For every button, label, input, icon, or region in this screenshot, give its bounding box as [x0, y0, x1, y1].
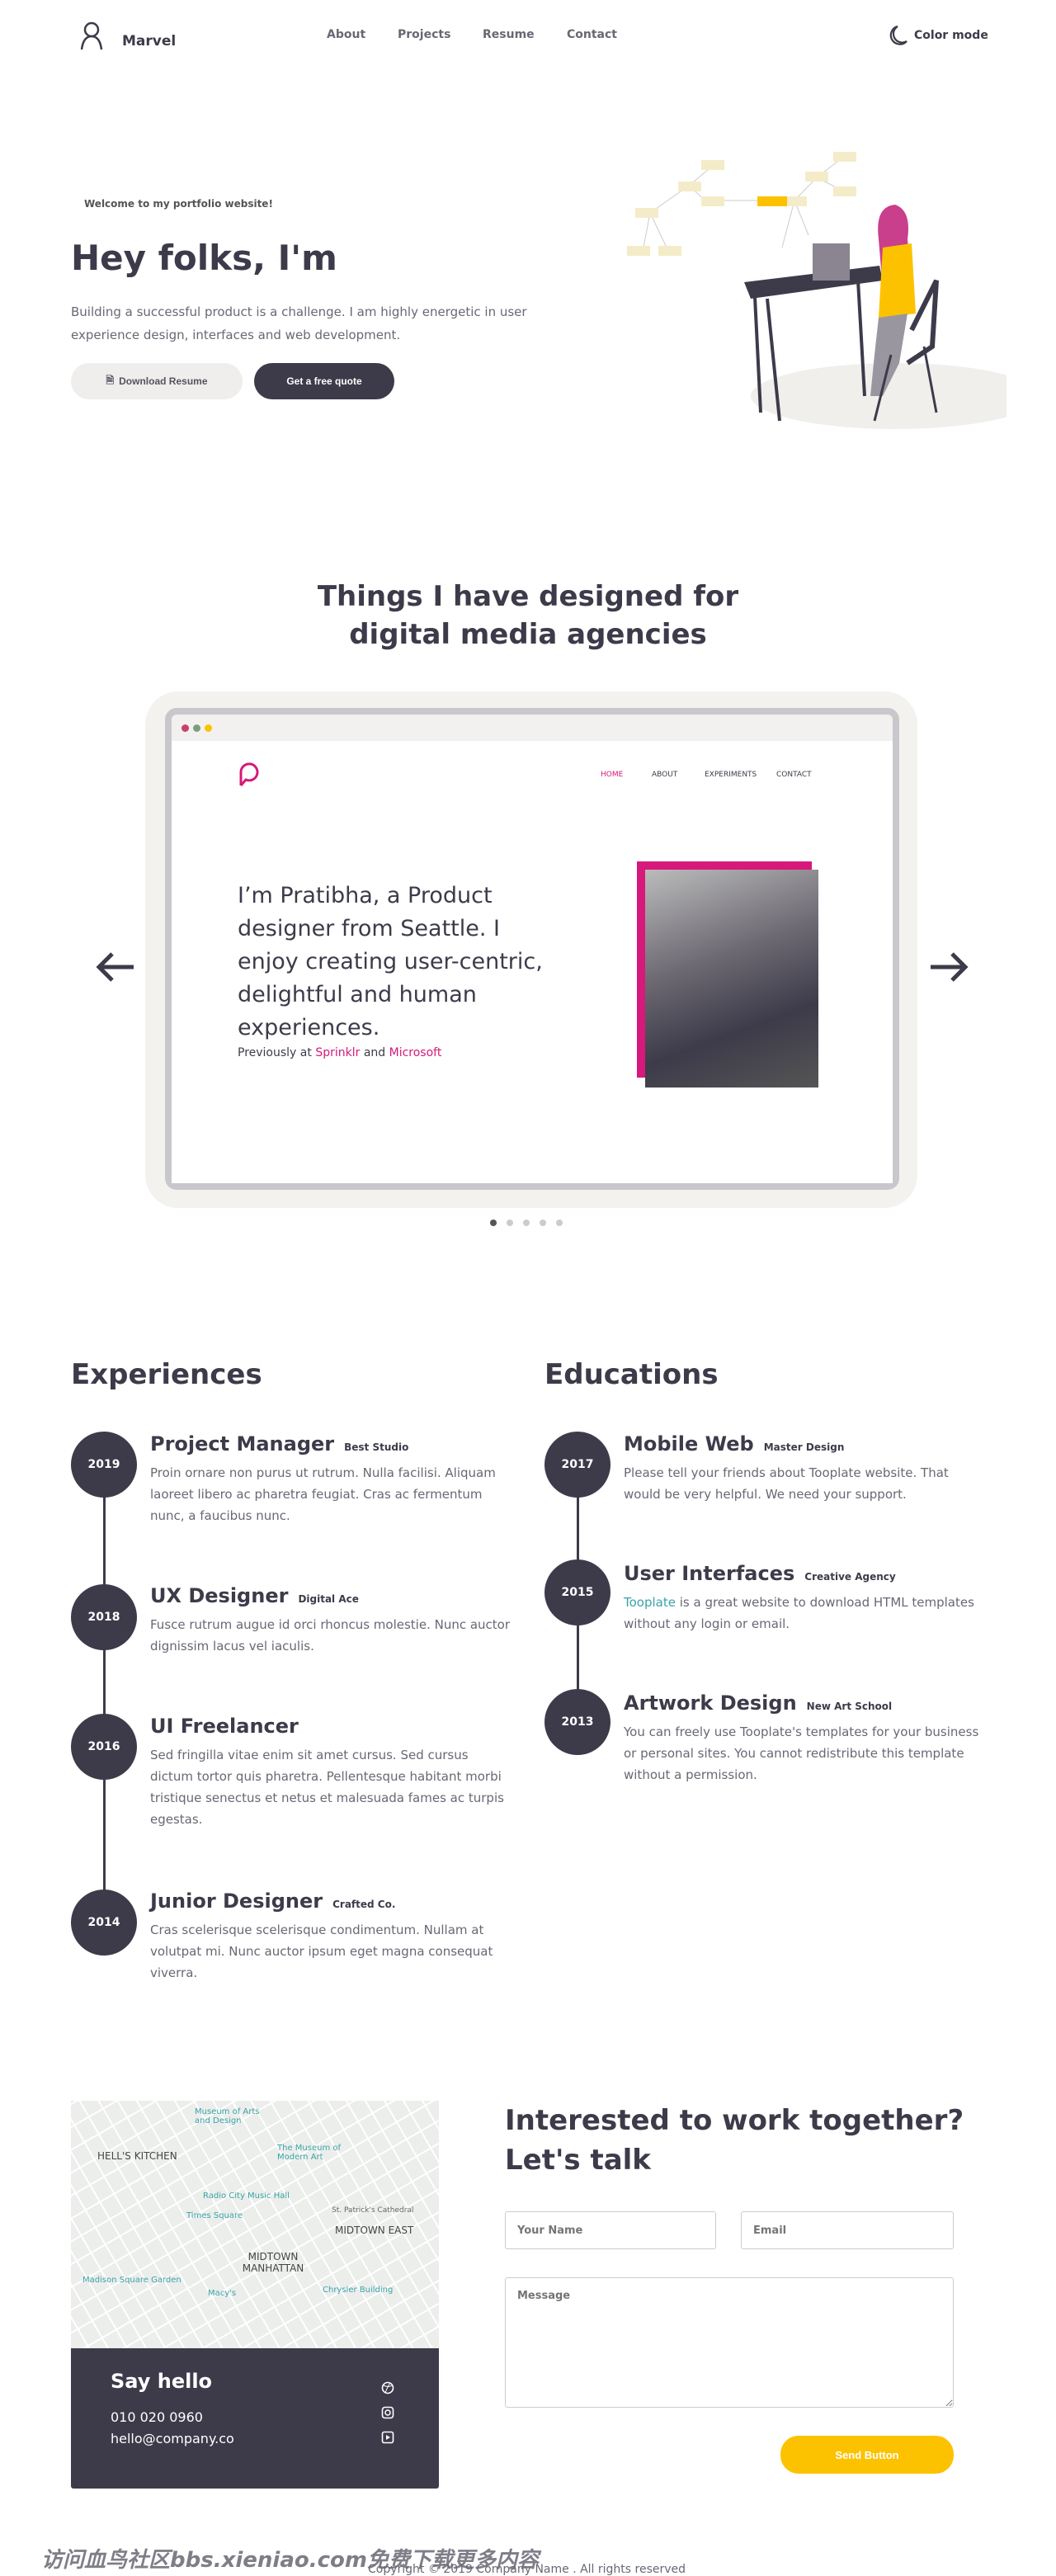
map-label: Times Square: [186, 2211, 243, 2220]
map-label: St. Patrick's Cathedral: [332, 2206, 414, 2215]
year-badge: 2019: [71, 1432, 137, 1498]
instagram-icon[interactable]: [381, 2406, 394, 2419]
nav-resume[interactable]: Resume: [483, 28, 535, 41]
carousel-dot-active[interactable]: [490, 1220, 497, 1226]
next-arrow-icon[interactable]: [926, 949, 972, 985]
carousel-slide[interactable]: HOME ABOUT EXPERIMENTS CONTACT I’m Prati…: [165, 708, 899, 1190]
say-hello-card: Say hello 010 020 0960 hello@company.co: [71, 2348, 439, 2489]
experiences-title: Experiences: [71, 1358, 262, 1391]
educations-title: Educations: [544, 1358, 719, 1391]
map-label: MIDTOWN EAST: [335, 2225, 414, 2236]
say-hello-title: Say hello: [111, 2370, 213, 2393]
hero-title: Hey folks, I'm: [71, 238, 337, 278]
map-label: Chrysler Building: [323, 2286, 394, 2295]
contact-title: Interested to work together? Let's talk: [505, 2104, 964, 2177]
hero-text: Building a successful product is a chall…: [71, 304, 527, 342]
education-item: Artwork Design New Art School You can free…: [624, 1691, 979, 1782]
user-icon: [80, 21, 103, 50]
browser-bar: [172, 715, 893, 741]
map-label: MIDTOWN MANHATTAN: [242, 2251, 304, 2274]
map-label: HELL'S KITCHEN: [97, 2150, 177, 2162]
brand-name[interactable]: Marvel: [122, 33, 176, 50]
window-dot-icon: [182, 724, 189, 732]
email-input[interactable]: [741, 2211, 954, 2249]
slide-previously: Previously at Sprinklr and Microsoft: [238, 1046, 442, 1059]
map-label: Museum of Arts and Design: [195, 2107, 260, 2125]
experience-item: Junior Designer Crafted Co. Cras scelerisq…: [150, 1890, 493, 1980]
map-label: The Museum of Modern Art: [277, 2144, 342, 2162]
get-quote-button[interactable]: Get a free quote: [254, 363, 394, 399]
slide-nav-experiments: EXPERIMENTS: [705, 771, 757, 779]
education-item: Mobile Web Master Design Please tell your …: [624, 1432, 949, 1502]
dribbble-icon[interactable]: [381, 2381, 394, 2394]
download-resume-button[interactable]: 🗎 Download Resume: [71, 363, 243, 399]
carousel-dot[interactable]: [523, 1220, 530, 1226]
map-label: Madison Square Garden: [82, 2276, 182, 2285]
experience-item: Project Manager Best Studio Proin ornare n…: [150, 1432, 496, 1523]
year-badge: 2017: [544, 1432, 610, 1498]
color-mode-label: Color mode: [914, 29, 988, 42]
carousel-dot[interactable]: [556, 1220, 563, 1226]
carousel-dot[interactable]: [540, 1220, 546, 1226]
map-label: Radio City Music Hall: [203, 2191, 290, 2201]
map[interactable]: HELL'S KITCHEN MIDTOWN EAST MIDTOWN MANH…: [71, 2101, 439, 2348]
window-dot-icon: [205, 724, 212, 732]
chat-bubble-logo-icon: [239, 762, 259, 786]
year-badge: 2015: [544, 1559, 610, 1625]
year-badge: 2016: [71, 1714, 137, 1780]
experience-item: UX Designer Digital Ace Fusce rutrum augue…: [150, 1584, 511, 1654]
carousel-dot[interactable]: [507, 1220, 513, 1226]
year-badge: 2014: [71, 1890, 137, 1956]
nav-about[interactable]: About: [327, 28, 365, 41]
slide-nav-contact: CONTACT: [776, 771, 812, 779]
tooplate-link[interactable]: Tooplate: [624, 1595, 676, 1610]
email-address[interactable]: hello@company.co: [111, 2431, 234, 2446]
slide-nav-about: ABOUT: [652, 771, 678, 779]
name-input[interactable]: [505, 2211, 716, 2249]
nav-projects[interactable]: Projects: [398, 28, 450, 41]
copyright: Copyright © 2019 Company Name . All righ…: [368, 2563, 686, 2576]
experience-item: UI Freelancer Sed fringilla vitae enim si…: [150, 1715, 504, 1827]
year-badge: 2013: [544, 1689, 610, 1755]
window-dot-icon: [193, 724, 200, 732]
hero-illustration: [627, 152, 1006, 429]
education-item: User Interfaces Creative Agency Tooplate i…: [624, 1562, 974, 1631]
slide-content: HOME ABOUT EXPERIMENTS CONTACT I’m Prati…: [172, 741, 893, 1183]
nav-contact[interactable]: Contact: [567, 28, 617, 41]
send-button[interactable]: Send Button: [780, 2436, 954, 2474]
timeline-line: [103, 1465, 106, 1923]
projects-title: Things I have designed for digital media…: [317, 580, 739, 651]
phone-number[interactable]: 010 020 0960: [111, 2409, 203, 2425]
youtube-icon[interactable]: [381, 2431, 394, 2444]
moon-icon: [889, 25, 908, 45]
slide-headline: I’m Pratibha, a Product designer from Se…: [238, 883, 543, 1040]
year-badge: 2018: [71, 1584, 137, 1650]
welcome-text: Welcome to my portfolio website!: [84, 198, 273, 210]
color-mode-toggle[interactable]: Color mode: [889, 25, 988, 46]
slide-nav-home: HOME: [601, 771, 624, 779]
portrait-photo: [645, 870, 818, 1087]
map-label: Macy's: [208, 2289, 237, 2298]
prev-arrow-icon[interactable]: [92, 949, 139, 985]
file-icon: 🗎: [106, 374, 115, 386]
message-textarea[interactable]: [505, 2277, 954, 2408]
download-label: Download Resume: [119, 375, 208, 387]
